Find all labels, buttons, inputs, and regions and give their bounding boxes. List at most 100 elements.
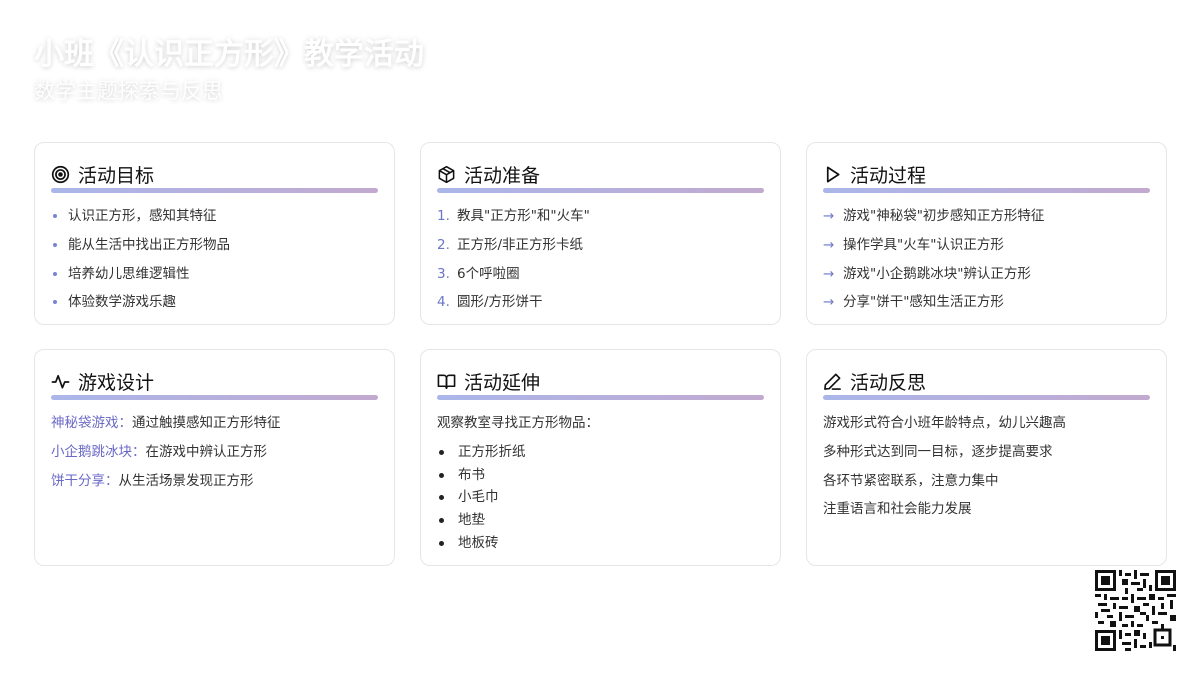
list-item: 1. 教具"正方形"和"火车" bbox=[437, 207, 764, 225]
card-title-underline bbox=[823, 188, 1150, 193]
list-item-text: 地垫 bbox=[458, 512, 485, 529]
arrow-right-icon: → bbox=[823, 208, 835, 224]
game-item: 饼干分享：从生活场景发现正方形 bbox=[51, 472, 378, 490]
card-preparation: 活动准备 1. 教具"正方形"和"火车" 2. 正方形/非正方形卡纸 3. 6个呼啦圈… bbox=[420, 142, 781, 325]
list-item: 培养幼儿思维逻辑性 bbox=[51, 265, 378, 283]
card-title-underline bbox=[51, 395, 378, 400]
game-description: 从生活场景发现正方形 bbox=[118, 472, 254, 489]
game-description: 通过触摸感知正方形特征 bbox=[132, 415, 281, 431]
box-icon bbox=[438, 165, 455, 183]
page-subtitle: 数学主题探索与反思 bbox=[34, 79, 223, 103]
reflection-item: 多种形式达到同一目标，逐步提高要求 bbox=[823, 443, 1053, 460]
bullet-dot bbox=[53, 271, 57, 276]
game-name: 小企鹅跳冰块： bbox=[51, 443, 146, 460]
list-item-text: 培养幼儿思维逻辑性 bbox=[68, 265, 190, 282]
play-icon bbox=[826, 166, 840, 182]
bullet-dot bbox=[439, 449, 444, 455]
arrow-right-icon: → bbox=[823, 236, 835, 253]
bullet-dot bbox=[439, 540, 444, 546]
list-item-text: 小毛巾 bbox=[458, 489, 499, 506]
card-grid: 活动目标 认识正方形，感知其特征 能从生活中找出正方形物品 培养幼儿思维逻辑性 … bbox=[34, 142, 1167, 566]
book-icon bbox=[437, 374, 456, 389]
arrow-right-icon: → bbox=[823, 265, 835, 282]
preparation-list: 1. 教具"正方形"和"火车" 2. 正方形/非正方形卡纸 3. 6个呼啦圈 4. 圆形… bbox=[437, 207, 764, 311]
goals-list: 认识正方形，感知其特征 能从生活中找出正方形物品 培养幼儿思维逻辑性 体验数学游… bbox=[51, 207, 378, 311]
list-item-text: 正方形折纸 bbox=[458, 443, 526, 460]
card-header: 活动延伸 bbox=[437, 368, 764, 394]
game-item: 神秘袋游戏：通过触摸感知正方形特征 bbox=[51, 414, 378, 432]
card-reflection: 活动反思 游戏形式符合小班年龄特点，幼儿兴趣高 多种形式达到同一目标，逐步提高要… bbox=[806, 349, 1167, 566]
list-item: 认识正方形，感知其特征 bbox=[51, 207, 378, 225]
list-item: 体验数学游戏乐趣 bbox=[51, 293, 378, 311]
page-title: 小班《认识正方形》教学活动 bbox=[34, 37, 424, 72]
reflection-item: 游戏形式符合小班年龄特点，幼儿兴趣高 bbox=[823, 415, 1066, 431]
card-header: 活动过程 bbox=[823, 161, 1150, 187]
item-number: 1. bbox=[437, 208, 450, 224]
list-item: 小毛巾 bbox=[437, 488, 764, 506]
card-header: 游戏设计 bbox=[51, 368, 378, 394]
extension-list: 正方形折纸 布书 小毛巾 地垫 地板砖 bbox=[437, 443, 764, 552]
game-description: 在游戏中辨认正方形 bbox=[145, 443, 268, 460]
list-item: → 游戏"小企鹅跳冰块"辨认正方形 bbox=[823, 265, 1150, 283]
card-title-underline bbox=[437, 188, 764, 193]
list-item-text: 游戏"小企鹅跳冰块"辨认正方形 bbox=[843, 265, 1031, 282]
reflection-item: 注重语言和社会能力发展 bbox=[823, 501, 972, 518]
qr-code-icon[interactable] bbox=[1095, 570, 1176, 651]
list-item-text: 能从生活中找出正方形物品 bbox=[68, 236, 230, 253]
list-item: → 游戏"神秘袋"初步感知正方形特征 bbox=[823, 207, 1150, 225]
list-item-text: 地板砖 bbox=[458, 534, 499, 551]
card-title: 游戏设计 bbox=[78, 371, 155, 394]
page-header: 小班《认识正方形》教学活动 数学主题探索与反思 bbox=[34, 36, 424, 106]
card-header: 活动反思 bbox=[823, 368, 1150, 394]
bullet-dot bbox=[439, 495, 444, 501]
list-item-text: 分享"饼干"感知生活正方形 bbox=[843, 294, 1004, 311]
list-item: 能从生活中找出正方形物品 bbox=[51, 236, 378, 254]
card-title-underline bbox=[51, 188, 378, 193]
list-item-text: 正方形/非正方形卡纸 bbox=[457, 236, 584, 253]
bullet-dot bbox=[53, 242, 57, 247]
card-process: 活动过程 → 游戏"神秘袋"初步感知正方形特征 → 操作学具"火车"认识正方形 → 游… bbox=[806, 142, 1167, 325]
list-item: 地垫 bbox=[437, 511, 764, 529]
reflection-item: 各环节紧密联系，注意力集中 bbox=[823, 472, 999, 489]
list-item: 2. 正方形/非正方形卡纸 bbox=[437, 236, 764, 254]
pencil-icon bbox=[824, 373, 841, 390]
card-extension: 活动延伸 观察教室寻找正方形物品： 正方形折纸 布书 小毛巾 地垫 地板砖 bbox=[420, 349, 781, 566]
bullet-dot bbox=[439, 518, 444, 524]
card-title: 活动反思 bbox=[850, 371, 927, 394]
game-item: 小企鹅跳冰块：在游戏中辨认正方形 bbox=[51, 443, 378, 461]
bullet-dot bbox=[439, 472, 444, 478]
card-title: 活动延伸 bbox=[464, 371, 541, 394]
card-title: 活动过程 bbox=[850, 164, 927, 187]
bullet-dot bbox=[53, 214, 57, 218]
card-title: 活动目标 bbox=[78, 164, 155, 187]
list-item: 4. 圆形/方形饼干 bbox=[437, 293, 764, 311]
list-item: 3. 6个呼啦圈 bbox=[437, 265, 764, 283]
item-number: 3. bbox=[437, 265, 450, 282]
card-title-underline bbox=[823, 395, 1150, 400]
extension-intro: 观察教室寻找正方形物品： bbox=[437, 415, 599, 431]
list-item-text: 操作学具"火车"认识正方形 bbox=[843, 236, 1004, 253]
card-title-underline bbox=[437, 395, 764, 400]
bullet-dot bbox=[53, 300, 57, 305]
game-name: 饼干分享： bbox=[51, 472, 119, 489]
card-game-design: 游戏设计 神秘袋游戏：通过触摸感知正方形特征 小企鹅跳冰块：在游戏中辨认正方形 … bbox=[34, 349, 395, 566]
activity-icon bbox=[51, 374, 70, 389]
list-item-text: 认识正方形，感知其特征 bbox=[68, 208, 217, 224]
arrow-right-icon: → bbox=[823, 294, 835, 311]
process-list: → 游戏"神秘袋"初步感知正方形特征 → 操作学具"火车"认识正方形 → 游戏"小企鹅… bbox=[823, 207, 1150, 311]
card-header: 活动准备 bbox=[437, 161, 764, 187]
list-item-text: 圆形/方形饼干 bbox=[457, 294, 543, 311]
item-number: 4. bbox=[437, 294, 450, 311]
list-item: 地板砖 bbox=[437, 534, 764, 552]
list-item-text: 6个呼啦圈 bbox=[457, 265, 520, 282]
list-item-text: 教具"正方形"和"火车" bbox=[457, 208, 590, 224]
game-name: 神秘袋游戏： bbox=[51, 415, 132, 431]
list-item-text: 布书 bbox=[458, 466, 485, 483]
card-title: 活动准备 bbox=[464, 164, 541, 187]
list-item-text: 游戏"神秘袋"初步感知正方形特征 bbox=[843, 208, 1045, 224]
target-icon bbox=[51, 165, 70, 183]
list-item: → 操作学具"火车"认识正方形 bbox=[823, 236, 1150, 254]
card-goals: 活动目标 认识正方形，感知其特征 能从生活中找出正方形物品 培养幼儿思维逻辑性 … bbox=[34, 142, 395, 325]
card-header: 活动目标 bbox=[51, 161, 378, 187]
item-number: 2. bbox=[437, 236, 450, 253]
